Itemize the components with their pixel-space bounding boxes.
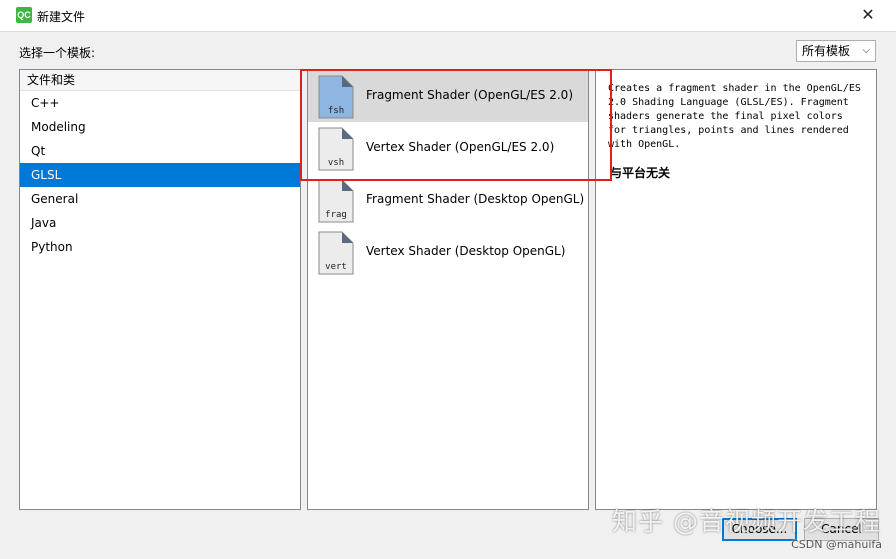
- file-extension-label: vsh: [328, 158, 344, 168]
- description-line: with OpenGL.: [608, 139, 681, 150]
- choose-button[interactable]: Choose...: [722, 518, 797, 541]
- file-vert-icon: vert: [318, 231, 354, 275]
- category-header: 文件和类: [20, 70, 300, 91]
- template-filter-dropdown[interactable]: 所有模板 ⌵: [796, 40, 876, 62]
- template-description: Creates a fragment shader in the OpenGL/…: [608, 82, 868, 152]
- description-line: 2.0 Shading Language (GLSL/ES). Fragment: [608, 97, 849, 108]
- category-item-general[interactable]: General: [20, 187, 300, 211]
- close-icon[interactable]: ✕: [858, 5, 878, 25]
- qt-logo-icon: QC: [16, 7, 32, 23]
- description-line: for triangles, points and lines rendered: [608, 125, 849, 136]
- template-item-label: Fragment Shader (Desktop OpenGL): [366, 192, 585, 206]
- template-item[interactable]: vert Vertex Shader (Desktop OpenGL): [308, 226, 588, 278]
- template-item-label: Vertex Shader (OpenGL/ES 2.0): [366, 140, 555, 154]
- category-item-qt[interactable]: Qt: [20, 139, 300, 163]
- category-item-c[interactable]: C++: [20, 91, 300, 115]
- platform-label: 与平台无关: [610, 166, 671, 180]
- file-vsh-icon: vsh: [318, 127, 354, 171]
- template-description-panel: Creates a fragment shader in the OpenGL/…: [595, 69, 877, 510]
- template-item[interactable]: vsh Vertex Shader (OpenGL/ES 2.0): [308, 122, 588, 174]
- template-item-label: Fragment Shader (OpenGL/ES 2.0): [366, 88, 573, 102]
- window-title: 新建文件: [37, 10, 86, 24]
- template-item[interactable]: fsh Fragment Shader (OpenGL/ES 2.0): [308, 70, 588, 122]
- description-line: shaders generate the final pixel colors: [608, 111, 843, 122]
- chevron-down-icon: ⌵: [862, 45, 870, 56]
- file-extension-label: vert: [325, 262, 347, 272]
- file-frag-icon: frag: [318, 179, 354, 223]
- category-item-modeling[interactable]: Modeling: [20, 115, 300, 139]
- file-extension-label: frag: [325, 210, 347, 220]
- description-line: Creates a fragment shader in the OpenGL/…: [608, 83, 861, 94]
- choose-template-label: 选择一个模板:: [19, 46, 96, 60]
- title-bar: QC 新建文件 ✕: [0, 0, 896, 32]
- category-list: 文件和类 C++ Modeling Qt GLSL General Java Python: [19, 69, 301, 510]
- category-item-java[interactable]: Java: [20, 211, 300, 235]
- file-fsh-icon: fsh: [318, 75, 354, 119]
- template-filter-value: 所有模板: [802, 44, 851, 58]
- category-item-glsl[interactable]: GLSL: [20, 163, 300, 187]
- template-item-label: Vertex Shader (Desktop OpenGL): [366, 244, 566, 258]
- template-list: fsh Fragment Shader (OpenGL/ES 2.0) vsh Ver…: [307, 69, 589, 510]
- file-extension-label: fsh: [328, 106, 344, 116]
- template-item[interactable]: frag Fragment Shader (Desktop OpenGL): [308, 174, 588, 226]
- cancel-button[interactable]: Cancel: [804, 518, 879, 541]
- category-item-python[interactable]: Python: [20, 235, 300, 259]
